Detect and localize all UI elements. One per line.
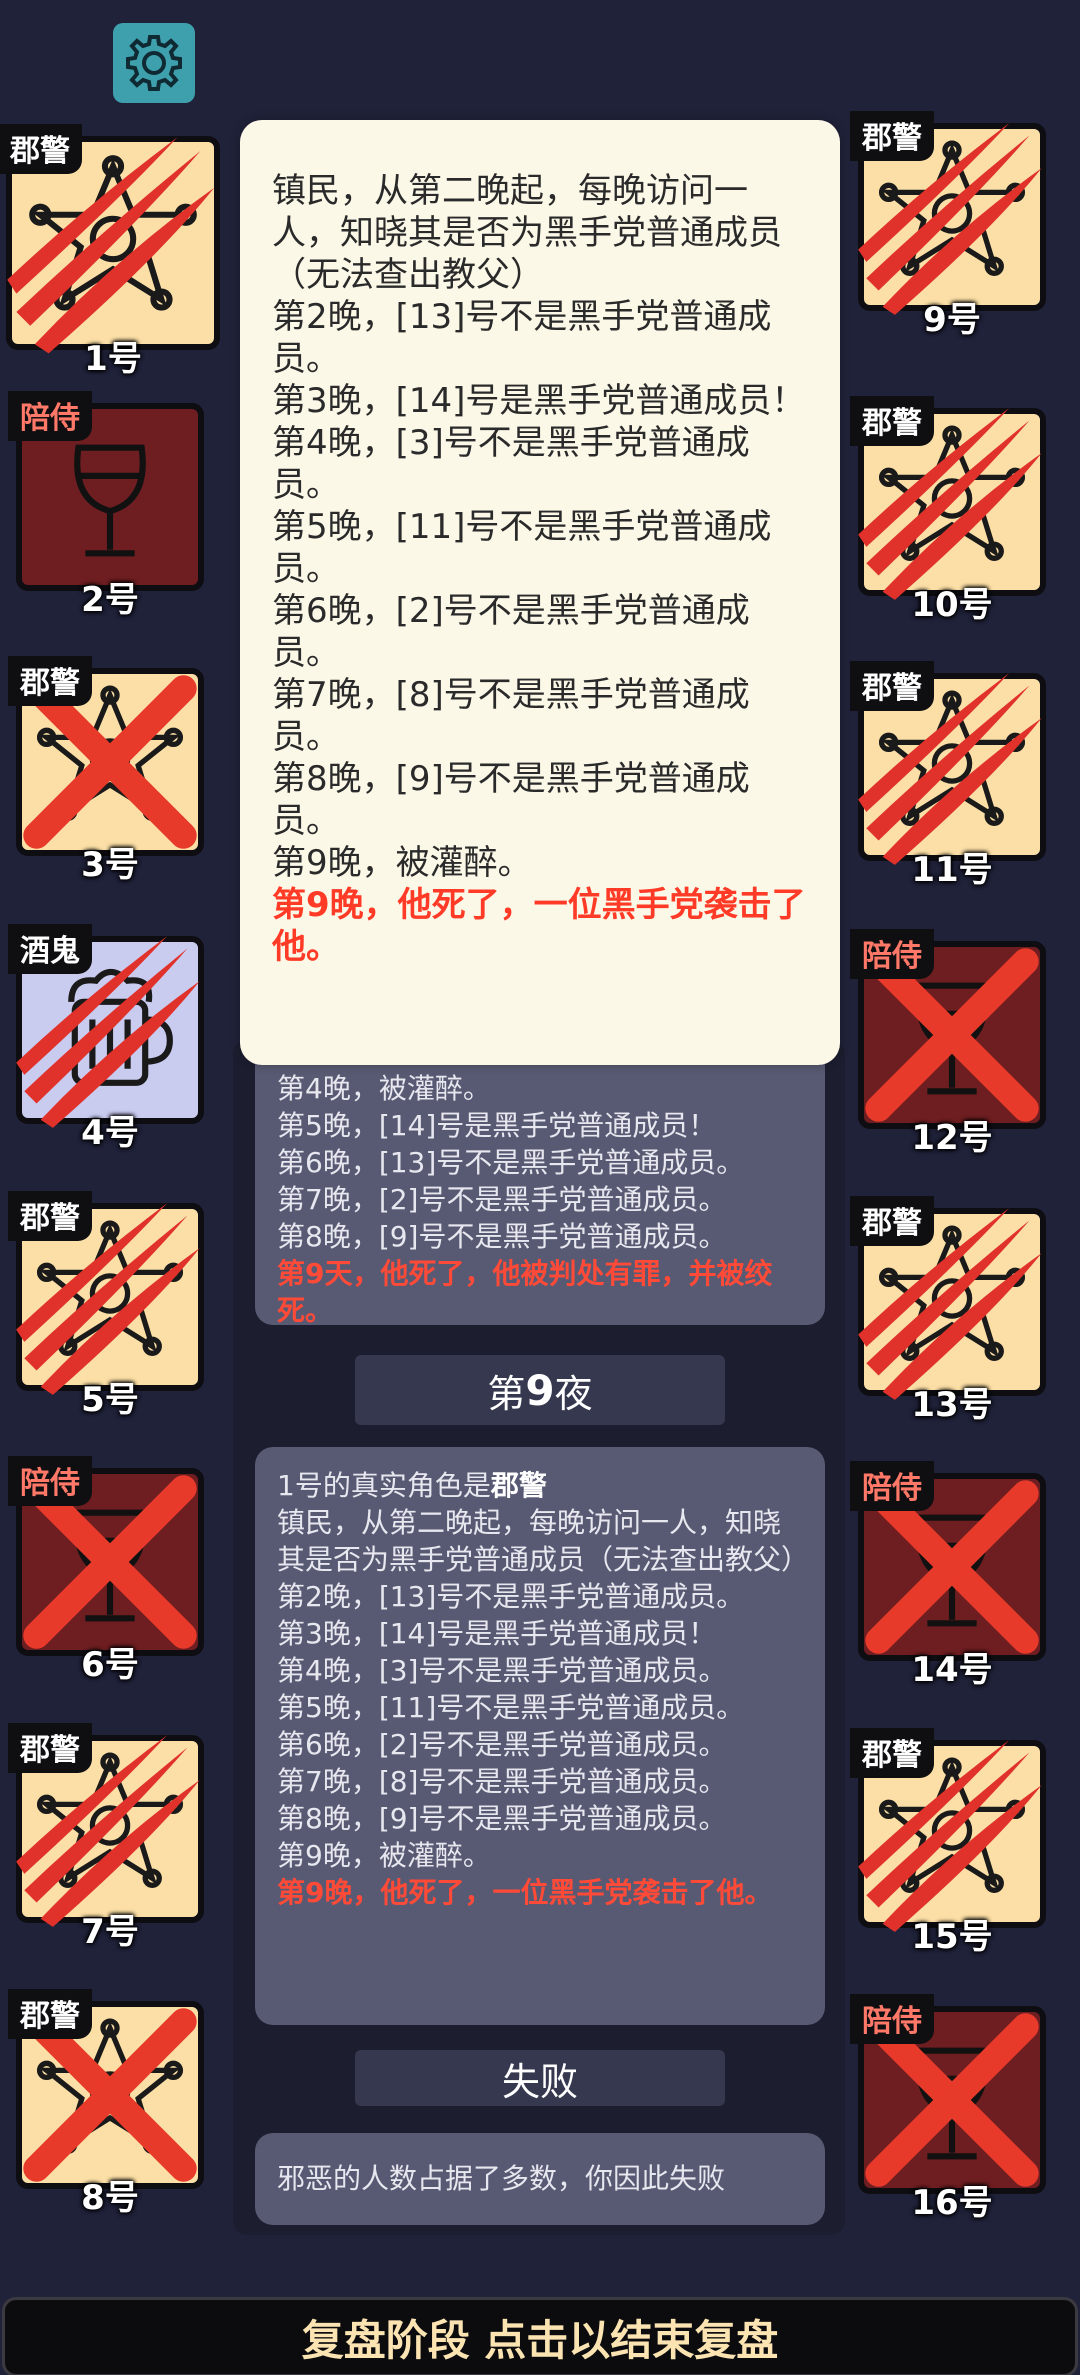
role-tag: 郡警 <box>850 661 934 711</box>
player-card-13[interactable]: 郡警 13号 <box>850 1196 1054 1425</box>
role-tag: 郡警 <box>850 396 934 446</box>
role-tag: 郡警 <box>8 1191 92 1241</box>
popup-death: 第9晚，他死了，一位黑手党袭击了他。 <box>272 885 806 967</box>
log-line: 第4晚，[3]号不是黑手党普通成员。 <box>277 1654 727 1687</box>
role-tag: 陪侍 <box>8 1456 92 1506</box>
log-line: 第9晚，被灌醉。 <box>272 843 532 883</box>
player-number: 6号 <box>81 1645 139 1685</box>
player-number: 10号 <box>911 585 993 625</box>
player-number: 8号 <box>81 2178 139 2218</box>
end-review-button[interactable]: 复盘阶段 点击以结束复盘 <box>2 2297 1078 2375</box>
player-card-9[interactable]: 郡警 9号 <box>850 111 1054 340</box>
player-card-5[interactable]: 郡警 5号 <box>8 1191 212 1420</box>
player-number: 4号 <box>81 1113 139 1153</box>
log-line: 第6晚，[2]号不是黑手党普通成员。 <box>272 591 750 673</box>
log-entry-death: 第9晚，他死了，一位黑手党袭击了他。 <box>277 1876 773 1909</box>
player-number: 14号 <box>911 1650 993 1690</box>
player-number: 5号 <box>81 1380 139 1420</box>
log-line: 第6晚，[13]号不是黑手党普通成员。 <box>277 1146 745 1179</box>
gear-icon <box>126 35 182 91</box>
player-number: 9号 <box>923 300 981 340</box>
player-card-10[interactable]: 郡警 10号 <box>850 396 1054 625</box>
role-tag: 郡警 <box>8 1723 92 1773</box>
log-entry-lines: 第4晚，被灌醉。第5晚，[14]号是黑手党普通成员！ 第6晚，[13]号不是黑手党… <box>277 1070 803 1255</box>
log-line: 第5晚，[11]号不是黑手党普通成员。 <box>272 507 772 589</box>
log-line: 镇民，从第二晚起，每晚访问一人，知晓其是否为黑手党普通成员（无法查出教父） <box>272 171 782 295</box>
log-line: 第9晚，被灌醉。 <box>277 1839 491 1872</box>
player-number: 7号 <box>81 1912 139 1952</box>
log-entry-lines: 镇民，从第二晚起，每晚访问一人，知晓其是否为黑手党普通成员（无法查出教父） 第2晚… <box>277 1504 810 1874</box>
log-line: 第2晚，[13]号不是黑手党普通成员。 <box>277 1580 745 1613</box>
log-entry-role: 1号的真实角色是郡警 <box>277 1469 547 1502</box>
log-line: 第8晚，[9]号不是黑手党普通成员。 <box>277 1220 727 1253</box>
log-line: 第3晚，[14]号是黑手党普通成员！ <box>277 1617 717 1650</box>
player-number: 13号 <box>911 1385 993 1425</box>
role-tag: 陪侍 <box>850 929 934 979</box>
log-line: 第4晚，[3]号不是黑手党普通成员。 <box>272 423 750 505</box>
player-card-3[interactable]: 郡警 3号 <box>8 656 212 885</box>
popup-lines: 镇民，从第二晚起，每晚访问一人，知晓其是否为黑手党普通成员（无法查出教父） 第2晚… <box>272 170 810 884</box>
log-entry-death: 第9天，他死了，他被判处有罪，并被绞死。 <box>277 1257 773 1327</box>
player-card-11[interactable]: 郡警 11号 <box>850 661 1054 890</box>
player-number: 3号 <box>81 845 139 885</box>
player-number: 12号 <box>911 1118 993 1158</box>
result-label: 失败 <box>355 2050 725 2106</box>
player-card-4[interactable]: 酒鬼 4号 <box>8 924 212 1153</box>
log-line: 第4晚，被灌醉。 <box>277 1072 491 1105</box>
log-line: 第3晚，[14]号是黑手党普通成员！ <box>272 381 806 421</box>
role-tag: 陪侍 <box>850 1461 934 1511</box>
log-line: 第7晚，[8]号不是黑手党普通成员。 <box>272 675 750 757</box>
log-line: 第5晚，[11]号不是黑手党普通成员。 <box>277 1691 745 1724</box>
role-tag: 酒鬼 <box>8 924 92 974</box>
player-number: 15号 <box>911 1917 993 1957</box>
role-tag: 郡警 <box>850 1728 934 1778</box>
role-tag: 郡警 <box>8 1989 92 2039</box>
log-line: 第8晚，[9]号不是黑手党普通成员。 <box>277 1802 727 1835</box>
role-tag: 郡警 <box>0 124 82 174</box>
player-card-15[interactable]: 郡警 15号 <box>850 1728 1054 1957</box>
log-entry-night: 1号的真实角色是郡警 镇民，从第二晚起，每晚访问一人，知晓其是否为黑手党普通成员… <box>255 1447 825 2025</box>
role-tag: 郡警 <box>8 656 92 706</box>
log-line: 第2晚，[13]号不是黑手党普通成员。 <box>272 297 772 379</box>
player-card-14[interactable]: 陪侍 14号 <box>850 1461 1054 1690</box>
settings-button[interactable] <box>113 23 195 103</box>
log-line: 第8晚，[9]号不是黑手党普通成员。 <box>272 759 750 841</box>
player-card-16[interactable]: 陪侍 16号 <box>850 1994 1054 2223</box>
player-card-2[interactable]: 陪侍 2号 <box>8 391 212 620</box>
player-card-8[interactable]: 郡警 8号 <box>8 1989 212 2218</box>
player-card-12[interactable]: 陪侍 12号 <box>850 929 1054 1158</box>
player-number: 16号 <box>911 2183 993 2223</box>
result-card: 邪恶的人数占据了多数，你因此失败 <box>255 2133 825 2225</box>
log-line: 第6晚，[2]号不是黑手党普通成员。 <box>277 1728 727 1761</box>
log-line: 第7晚，[8]号不是黑手党普通成员。 <box>277 1765 727 1798</box>
log-line: 第7晚，[2]号不是黑手党普通成员。 <box>277 1183 727 1216</box>
player-card-6[interactable]: 陪侍 6号 <box>8 1456 212 1685</box>
log-line: 镇民，从第二晚起，每晚访问一人，知晓其是否为黑手党普通成员（无法查出教父） <box>277 1506 810 1576</box>
player-number: 1号 <box>84 339 142 379</box>
log-entry-previous: 第4晚，被灌醉。第5晚，[14]号是黑手党普通成员！ 第6晚，[13]号不是黑手党… <box>255 1030 825 1327</box>
result-text: 邪恶的人数占据了多数，你因此失败 <box>277 2162 726 2195</box>
night-label: 第9夜 <box>355 1355 725 1425</box>
player-number: 2号 <box>81 580 139 620</box>
log-line: 第5晚，[14]号是黑手党普通成员！ <box>277 1109 717 1142</box>
player-card-7[interactable]: 郡警 7号 <box>8 1723 212 1952</box>
role-detail-popup[interactable]: 镇民，从第二晚起，每晚访问一人，知晓其是否为黑手党普通成员（无法查出教父） 第2晚… <box>240 120 840 1065</box>
role-tag: 郡警 <box>850 1196 934 1246</box>
role-tag: 郡警 <box>850 111 934 161</box>
role-tag: 陪侍 <box>8 391 92 441</box>
player-card-1[interactable]: 郡警 1号 <box>0 124 228 379</box>
player-number: 11号 <box>911 850 993 890</box>
role-tag: 陪侍 <box>850 1994 934 2044</box>
